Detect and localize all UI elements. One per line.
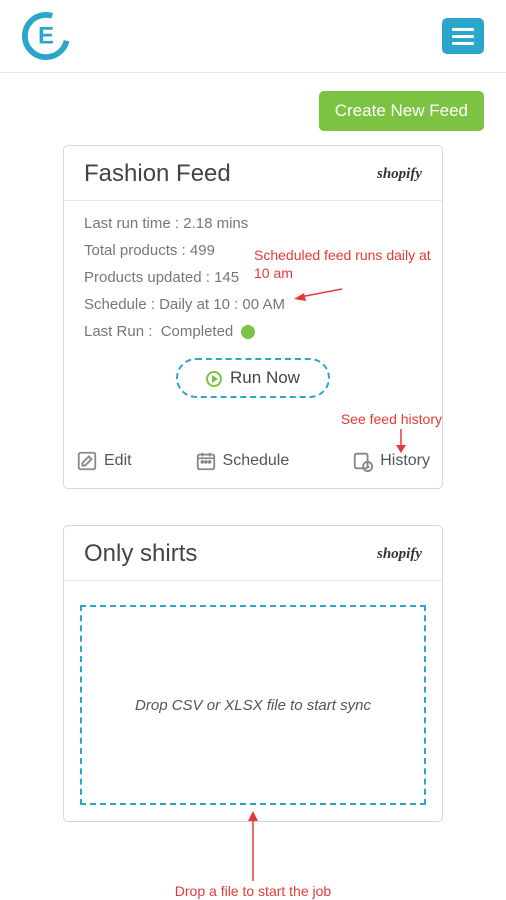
platform-badge: shopify (377, 546, 422, 563)
play-icon (206, 371, 222, 387)
edit-button[interactable]: Edit (76, 450, 132, 472)
history-label: History (380, 452, 430, 470)
feed-title: Only shirts (84, 540, 197, 568)
create-new-feed-button[interactable]: Create New Feed (319, 91, 484, 131)
platform-badge: shopify (377, 166, 422, 183)
feed-card-only-shirts: Only shirts shopify Drop CSV or XLSX fil… (63, 525, 443, 822)
status-indicator-icon (241, 325, 255, 339)
history-button[interactable]: History (352, 450, 430, 472)
annotation-dropzone: Drop a file to start the job (175, 883, 331, 899)
annotation-arrow-icon (246, 811, 260, 881)
feed-title: Fashion Feed (84, 160, 231, 188)
feed-card-fashion: Fashion Feed shopify Last run time : 2.1… (63, 145, 443, 489)
schedule-button[interactable]: Schedule (195, 450, 290, 472)
annotation-history: See feed history (341, 411, 442, 427)
svg-text:E: E (38, 23, 54, 50)
stat-products-updated: Products updated : 145 (84, 269, 422, 286)
run-now-button[interactable]: Run Now (176, 358, 330, 398)
calendar-icon (195, 450, 217, 472)
app-logo: E (22, 12, 70, 60)
dropzone-text: Drop CSV or XLSX file to start sync (115, 697, 391, 714)
stat-schedule: Schedule : Daily at 10 : 00 AM (84, 296, 422, 313)
menu-button[interactable] (442, 18, 484, 54)
schedule-label: Schedule (223, 452, 290, 470)
file-dropzone[interactable]: Drop CSV or XLSX file to start sync (80, 605, 426, 805)
stat-last-run-status: Last Run : Completed (84, 323, 422, 340)
edit-icon (76, 450, 98, 472)
app-header: E (0, 0, 506, 73)
stat-last-run-time: Last run time : 2.18 mins (84, 215, 422, 232)
main-content: Create New Feed Fashion Feed shopify Las… (0, 73, 506, 822)
edit-label: Edit (104, 452, 132, 470)
feed-stats: Last run time : 2.18 mins Total products… (84, 215, 422, 340)
history-icon (352, 450, 374, 472)
stat-total-products: Total products : 499 (84, 242, 422, 259)
